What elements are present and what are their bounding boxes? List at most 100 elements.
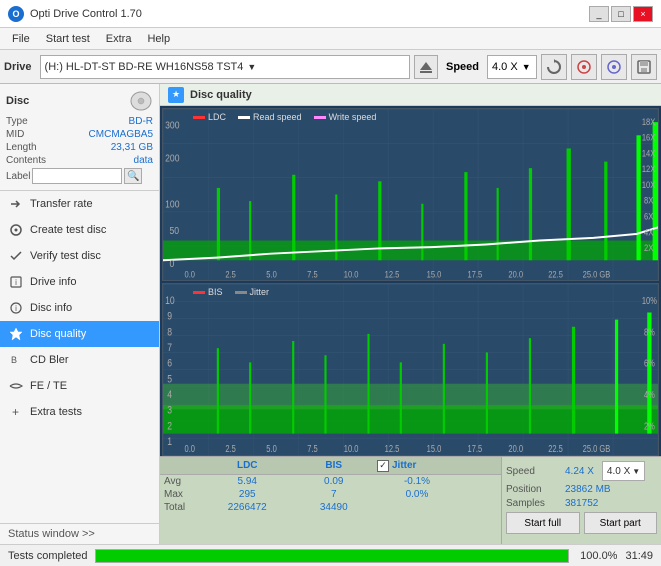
content-title: Disc quality bbox=[190, 89, 252, 101]
svg-text:2.5: 2.5 bbox=[225, 269, 236, 280]
legend-read-speed: Read speed bbox=[238, 112, 302, 122]
statusbar: Tests completed 100.0% 31:49 bbox=[0, 544, 661, 566]
start-part-button[interactable]: Start part bbox=[584, 512, 658, 534]
legend-write-speed-label: Write speed bbox=[329, 112, 377, 122]
svg-text:10.0: 10.0 bbox=[344, 443, 359, 454]
svg-text:14X: 14X bbox=[642, 148, 656, 159]
svg-text:B: B bbox=[11, 355, 17, 365]
disc-type-value: BD-R bbox=[129, 116, 153, 127]
titlebar: O Opti Drive Control 1.70 _ □ × bbox=[0, 0, 661, 28]
disc-label-input[interactable] bbox=[32, 168, 122, 184]
stats-right: Speed 4.24 X 4.0 X ▼ Position 23862 MB S… bbox=[501, 457, 661, 544]
stats-total-label: Total bbox=[164, 502, 204, 513]
stats-max-label: Max bbox=[164, 489, 204, 500]
stats-max-bis: 7 bbox=[291, 489, 378, 500]
legend-read-speed-label: Read speed bbox=[253, 112, 302, 122]
disc-contents-value: data bbox=[134, 155, 153, 166]
sidebar-item-label-drive-info: Drive info bbox=[30, 276, 76, 288]
menubar: File Start test Extra Help bbox=[0, 28, 661, 50]
stats-table: LDC BIS ✓ Jitter Avg 5.94 0.09 -0.1% bbox=[160, 457, 501, 544]
disc-length-label: Length bbox=[6, 142, 37, 153]
sidebar-item-label-transfer-rate: Transfer rate bbox=[30, 198, 93, 210]
status-time: 31:49 bbox=[625, 550, 653, 562]
chart1-svg: 300 200 100 50 0 18X 16X 14X 12X 10X 8X … bbox=[163, 109, 658, 280]
svg-text:2X: 2X bbox=[644, 242, 654, 253]
speed-select[interactable]: 4.0 X ▼ bbox=[602, 461, 645, 481]
chart1-legend: LDC Read speed Write speed bbox=[193, 112, 376, 122]
sidebar-item-extra-tests[interactable]: + Extra tests bbox=[0, 399, 159, 425]
drive-selector[interactable]: (H:) HL-DT-ST BD-RE WH16NS58 TST4 ▼ bbox=[40, 55, 410, 79]
stats-total-ldc: 2266472 bbox=[204, 502, 291, 513]
drive-label: Drive bbox=[4, 61, 32, 73]
sidebar-item-disc-info[interactable]: i Disc info bbox=[0, 295, 159, 321]
sidebar-item-transfer-rate[interactable]: Transfer rate bbox=[0, 191, 159, 217]
svg-text:200: 200 bbox=[165, 153, 179, 165]
svg-text:10.0: 10.0 bbox=[344, 269, 359, 280]
maximize-button[interactable]: □ bbox=[611, 6, 631, 22]
sidebar-item-create-test-disc[interactable]: Create test disc bbox=[0, 217, 159, 243]
svg-text:6X: 6X bbox=[644, 211, 654, 222]
menu-start-test[interactable]: Start test bbox=[38, 31, 98, 47]
status-text: Tests completed bbox=[8, 550, 87, 562]
speed-select-value: 4.0 X bbox=[607, 466, 630, 477]
svg-text:22.5: 22.5 bbox=[548, 443, 563, 454]
legend-bis: BIS bbox=[193, 287, 223, 297]
speed-value: 4.24 X bbox=[565, 466, 594, 477]
minimize-button[interactable]: _ bbox=[589, 6, 609, 22]
legend-ldc-label: LDC bbox=[208, 112, 226, 122]
start-full-button[interactable]: Start full bbox=[506, 512, 580, 534]
sidebar-item-fe-te[interactable]: FE / TE bbox=[0, 373, 159, 399]
speed-selector[interactable]: 4.0 X ▼ bbox=[487, 55, 537, 79]
stats-col-bis-header: BIS bbox=[291, 460, 378, 471]
chart2-svg: 10 9 8 7 6 5 4 3 2 1 10% 8% 6% 4% 2% bbox=[163, 284, 658, 455]
legend-jitter: Jitter bbox=[235, 287, 270, 297]
svg-text:+: + bbox=[12, 405, 19, 419]
create-test-disc-icon bbox=[8, 222, 24, 238]
save-button[interactable] bbox=[631, 54, 657, 80]
speed-label: Speed bbox=[506, 466, 561, 477]
sidebar-item-label-disc-info: Disc info bbox=[30, 302, 72, 314]
transfer-rate-icon bbox=[8, 196, 24, 212]
svg-text:4X: 4X bbox=[644, 227, 654, 238]
disc-settings-icon bbox=[576, 59, 592, 75]
svg-text:0.0: 0.0 bbox=[185, 443, 196, 454]
eject-button[interactable] bbox=[414, 55, 438, 79]
jitter-checkbox[interactable]: ✓ bbox=[377, 460, 389, 472]
verify-test-disc-icon bbox=[8, 248, 24, 264]
disc-mid-label: MID bbox=[6, 129, 24, 140]
sidebar-item-cd-bler[interactable]: B CD Bler bbox=[0, 347, 159, 373]
disc-label-browse-button[interactable]: 🔍 bbox=[124, 168, 142, 184]
stats-area: LDC BIS ✓ Jitter Avg 5.94 0.09 -0.1% bbox=[160, 456, 661, 544]
save-icon bbox=[636, 59, 652, 75]
menu-file[interactable]: File bbox=[4, 31, 38, 47]
menu-help[interactable]: Help bbox=[139, 31, 178, 47]
sidebar-item-disc-quality[interactable]: Disc quality bbox=[0, 321, 159, 347]
svg-text:9: 9 bbox=[167, 311, 172, 323]
svg-text:10X: 10X bbox=[642, 179, 656, 190]
write-speed-legend-color bbox=[314, 116, 326, 119]
close-button[interactable]: × bbox=[633, 6, 653, 22]
svg-text:8%: 8% bbox=[644, 326, 655, 337]
speed-label: Speed bbox=[446, 61, 479, 73]
refresh-icon bbox=[546, 59, 562, 75]
drive-value: (H:) HL-DT-ST BD-RE WH16NS58 TST4 bbox=[45, 61, 244, 73]
svg-text:1: 1 bbox=[167, 436, 172, 448]
media-button[interactable] bbox=[601, 54, 627, 80]
content-icon: ★ bbox=[168, 87, 184, 103]
sidebar-item-verify-test-disc[interactable]: Verify test disc bbox=[0, 243, 159, 269]
sidebar-item-drive-info[interactable]: i Drive info bbox=[0, 269, 159, 295]
menu-extra[interactable]: Extra bbox=[98, 31, 140, 47]
test-buttons: Start full Start part bbox=[506, 512, 657, 534]
progress-fill bbox=[96, 550, 568, 562]
svg-text:0.0: 0.0 bbox=[185, 269, 196, 280]
svg-text:8X: 8X bbox=[644, 195, 654, 206]
toolbar: Drive (H:) HL-DT-ST BD-RE WH16NS58 TST4 … bbox=[0, 50, 661, 84]
status-window-toggle[interactable]: Status window >> bbox=[0, 523, 159, 544]
speed-row: Speed 4.24 X 4.0 X ▼ bbox=[506, 461, 657, 481]
svg-text:12X: 12X bbox=[642, 163, 656, 174]
samples-label: Samples bbox=[506, 498, 561, 509]
window-controls: _ □ × bbox=[589, 6, 653, 22]
settings-button[interactable] bbox=[571, 54, 597, 80]
refresh-button[interactable] bbox=[541, 54, 567, 80]
legend-bis-label: BIS bbox=[208, 287, 223, 297]
